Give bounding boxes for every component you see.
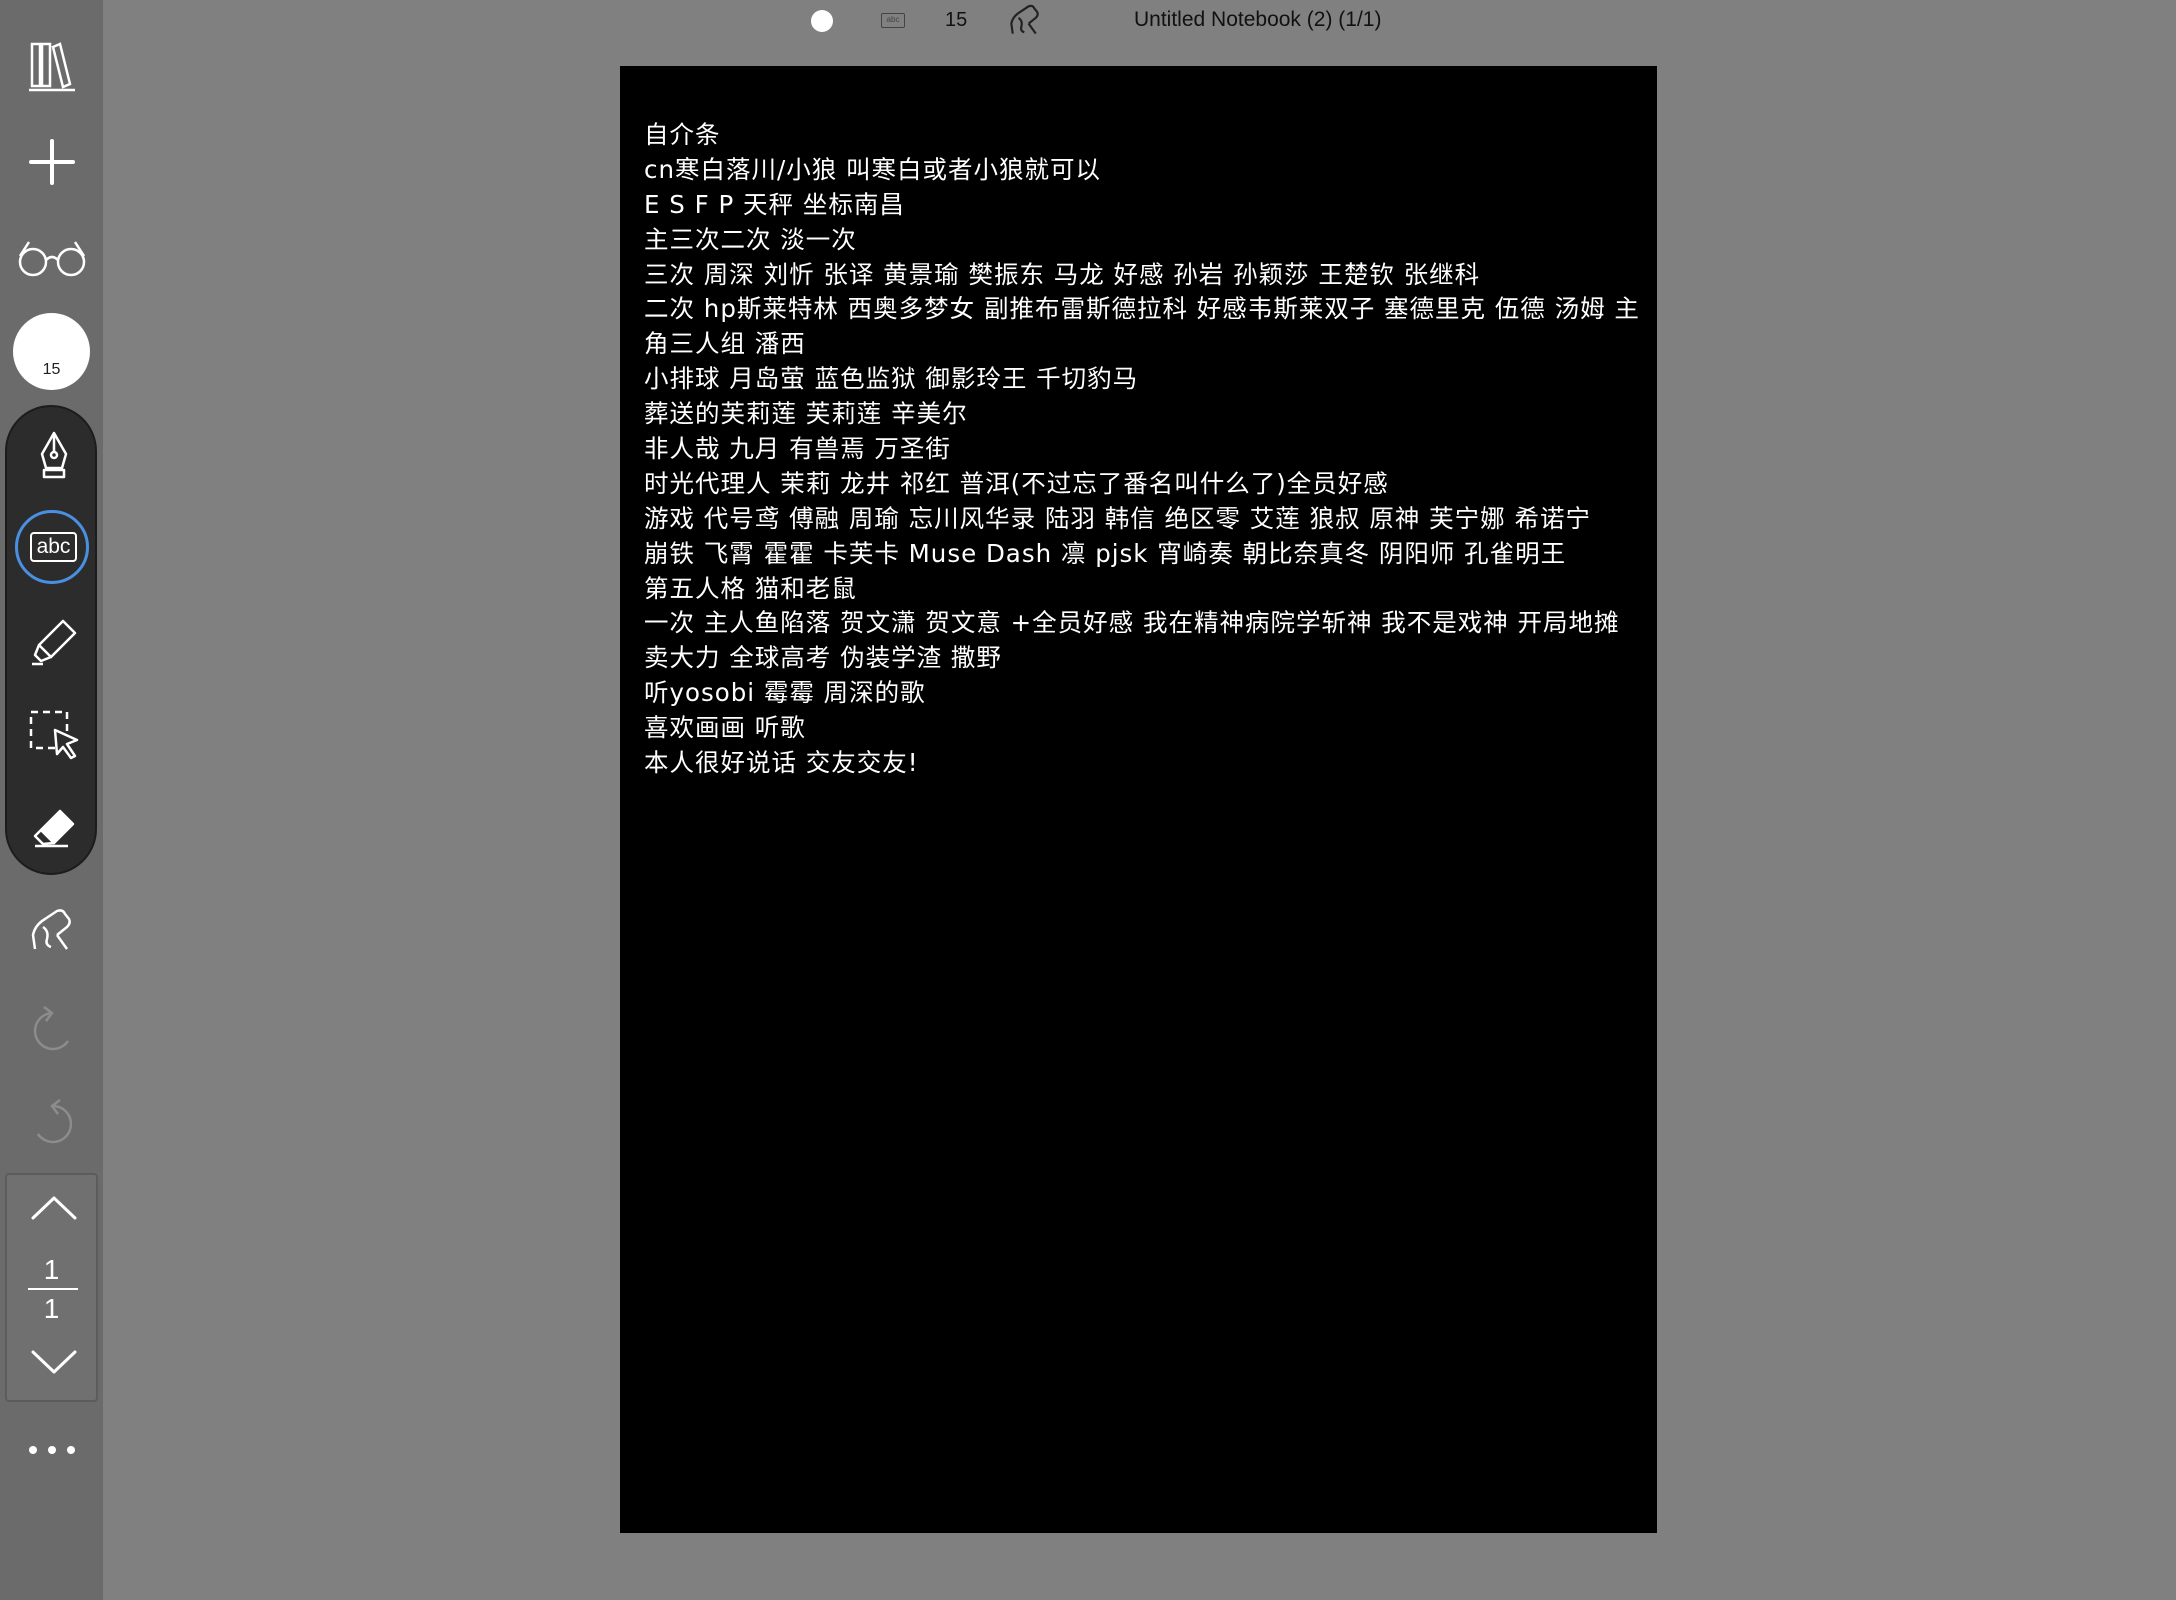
lasso-select-icon (27, 708, 81, 762)
text-line: 葬送的芙莉莲 芙莉莲 辛美尔 (644, 399, 968, 429)
page-navigator: 1 1 (5, 1173, 98, 1402)
left-toolbar: 15 abc 1 1 (0, 0, 103, 1600)
text-size-indicator[interactable]: 15 (945, 9, 967, 32)
page-text[interactable]: 自介条 cn寒白落川/小狼 叫寒白或者小狼就可以 E S F P 天秤 坐标南昌 主三… (644, 118, 1657, 781)
text-icon: abc (29, 532, 78, 562)
glasses-icon (15, 238, 89, 278)
text-line: 喜欢画画 听歌 (644, 713, 806, 743)
add-page-button[interactable] (0, 122, 103, 202)
undo-button[interactable] (0, 990, 103, 1070)
pen-icon (36, 430, 72, 480)
text-line: E S F P 天秤 坐标南昌 (644, 189, 905, 219)
library-button[interactable] (0, 26, 103, 106)
text-line: 时光代理人 茉莉 龙井 祁红 普洱(不过忘了番名叫什么了)全员好感 (644, 468, 1389, 498)
library-icon (27, 38, 77, 94)
eraser-tool-button[interactable] (2, 788, 105, 868)
hand-pen-button[interactable] (0, 890, 103, 970)
more-button[interactable] (0, 1410, 103, 1490)
text-icon-label: abc (36, 535, 71, 558)
text-line: 本人很好说话 交友交友! (644, 748, 919, 778)
text-line: 听yosobi 霉霉 周深的歌 (644, 678, 926, 708)
chevron-up-icon (30, 1194, 78, 1222)
redo-button[interactable] (0, 1083, 103, 1163)
notebook-page[interactable]: 自介条 cn寒白落川/小狼 叫寒白或者小狼就可以 E S F P 天秤 坐标南昌 主三… (620, 66, 1657, 1533)
pen-size-value: 15 (42, 361, 61, 378)
read-mode-button[interactable] (0, 218, 103, 298)
total-pages-number: 1 (43, 1293, 60, 1324)
text-tool-button[interactable]: abc (2, 507, 105, 587)
add-icon (28, 138, 76, 186)
prev-page-button[interactable] (2, 1183, 105, 1233)
current-page-number: 1 (43, 1254, 60, 1285)
tool-group: abc (5, 405, 97, 875)
pen-size-button[interactable]: 15 (13, 313, 90, 390)
text-line: 崩铁 飞霄 霍霍 卡芙卡 Muse Dash 凛 pjsk 宵崎奏 朝比奈真冬 … (644, 538, 1567, 568)
text-line: 小排球 月岛萤 蓝色监狱 御影玲王 千切豹马 (644, 364, 1139, 394)
redo-icon (32, 1098, 72, 1148)
hand-pen-icon (1007, 4, 1043, 42)
next-page-button[interactable] (2, 1337, 105, 1387)
lasso-select-tool-button[interactable] (2, 695, 105, 775)
top-bar: abc 15 Untitled Notebook (2) (1/1) (103, 0, 2176, 42)
pen-tool-button[interactable] (2, 415, 105, 495)
hand-pen-indicator[interactable] (1007, 2, 1043, 42)
text-line: 自介条 (644, 120, 721, 149)
notebook-title[interactable]: Untitled Notebook (2) (1/1) (1134, 8, 1381, 32)
text-line: 三次 周深 刘忻 张译 黄景瑜 樊振东 马龙 好感 孙岩 孙颖莎 王楚钦 张继科 (644, 259, 1481, 289)
text-line: 游戏 代号鸢 傅融 周瑜 忘川风华录 陆羽 韩信 绝区零 艾莲 狼叔 原神 芙宁… (644, 503, 1591, 533)
text-tool-indicator[interactable]: abc (881, 13, 905, 28)
more-icon (27, 1444, 77, 1456)
text-line: 二次 hp斯莱特林 西奥多梦女 副推布雷斯德拉科 好感韦斯莱双子 塞德里克 伍德… (644, 294, 1640, 324)
text-line: 主三次二次 淡一次 (644, 224, 857, 254)
text-line: 第五人格 猫和老鼠 (644, 573, 857, 603)
page-fraction-divider (28, 1288, 78, 1290)
highlighter-tool-button[interactable] (2, 602, 105, 682)
text-line: 卖大力 全球高考 伪装学渣 撒野 (644, 643, 1002, 673)
text-line: 一次 主人鱼陷落 贺文潇 贺文意 +全员好感 我在精神病院学斩神 我不是戏神 开… (644, 608, 1620, 638)
undo-icon (32, 1005, 72, 1055)
color-dot-indicator[interactable] (811, 10, 833, 32)
hand-pen-icon (27, 905, 77, 955)
text-line: 非人哉 九月 有兽焉 万圣街 (644, 434, 951, 464)
eraser-icon (32, 808, 76, 848)
chevron-down-icon (30, 1348, 78, 1376)
text-line: 角三人组 潘西 (644, 329, 806, 359)
highlighter-icon (29, 617, 79, 667)
text-line: cn寒白落川/小狼 叫寒白或者小狼就可以 (644, 154, 1102, 184)
